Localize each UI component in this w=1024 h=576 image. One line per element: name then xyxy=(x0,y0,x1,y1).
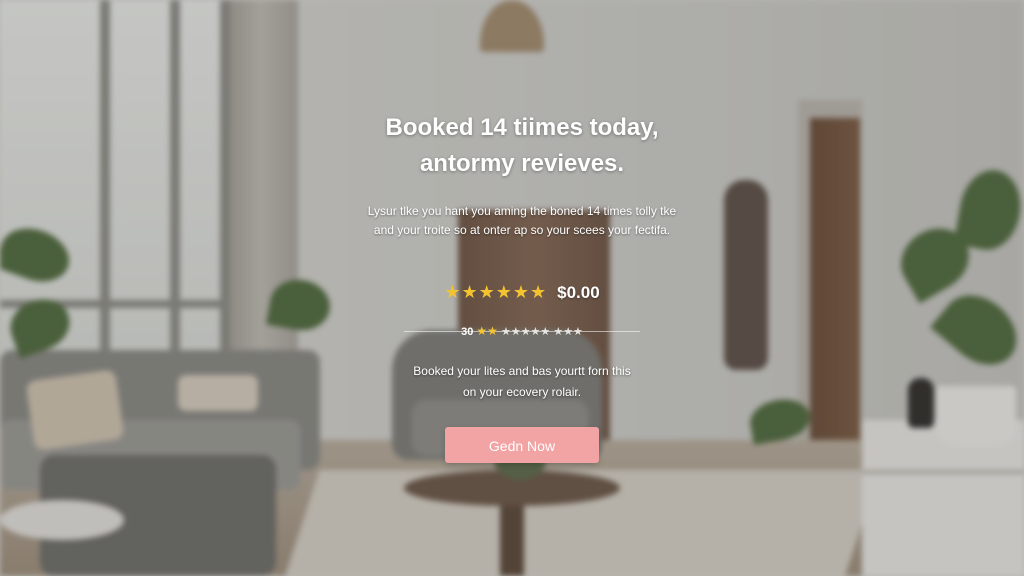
subtext-line: and your troite so at onter ap so your s… xyxy=(373,223,671,237)
review-summary: 30 ★★ ★★★★★ ★★★ xyxy=(455,321,589,342)
subtext-line: Lysur tlke you hant you aming the boned … xyxy=(367,204,677,218)
headline: Booked 14 tiimes today, antormy revieves… xyxy=(312,110,732,182)
headline-line: antormy revieves. xyxy=(419,150,625,177)
review-divider: 30 ★★ ★★★★★ ★★★ xyxy=(312,321,732,341)
rating-row: ★★★★★★ $0.00 xyxy=(312,282,732,303)
book-now-button[interactable]: Gedn Now xyxy=(445,427,599,463)
review-count: 30 xyxy=(461,326,474,338)
price: $0.00 xyxy=(557,282,600,302)
subtext: Lysur tlke you hant you aming the boned … xyxy=(312,202,732,240)
review-stars-text: ★★★★★ ★★★ xyxy=(500,326,583,338)
description-line: on your ecovery rolair. xyxy=(462,385,582,399)
star-icon: ★★★★★★ xyxy=(444,282,548,302)
description: Booked your lites and bas yourtt forn th… xyxy=(312,361,732,403)
headline-line: Booked 14 tiimes today, xyxy=(385,114,659,141)
description-line: Booked your lites and bas yourtt forn th… xyxy=(413,364,631,378)
star-icon: ★★ xyxy=(476,324,498,338)
promo-card: Booked 14 tiimes today, antormy revieves… xyxy=(312,110,732,463)
